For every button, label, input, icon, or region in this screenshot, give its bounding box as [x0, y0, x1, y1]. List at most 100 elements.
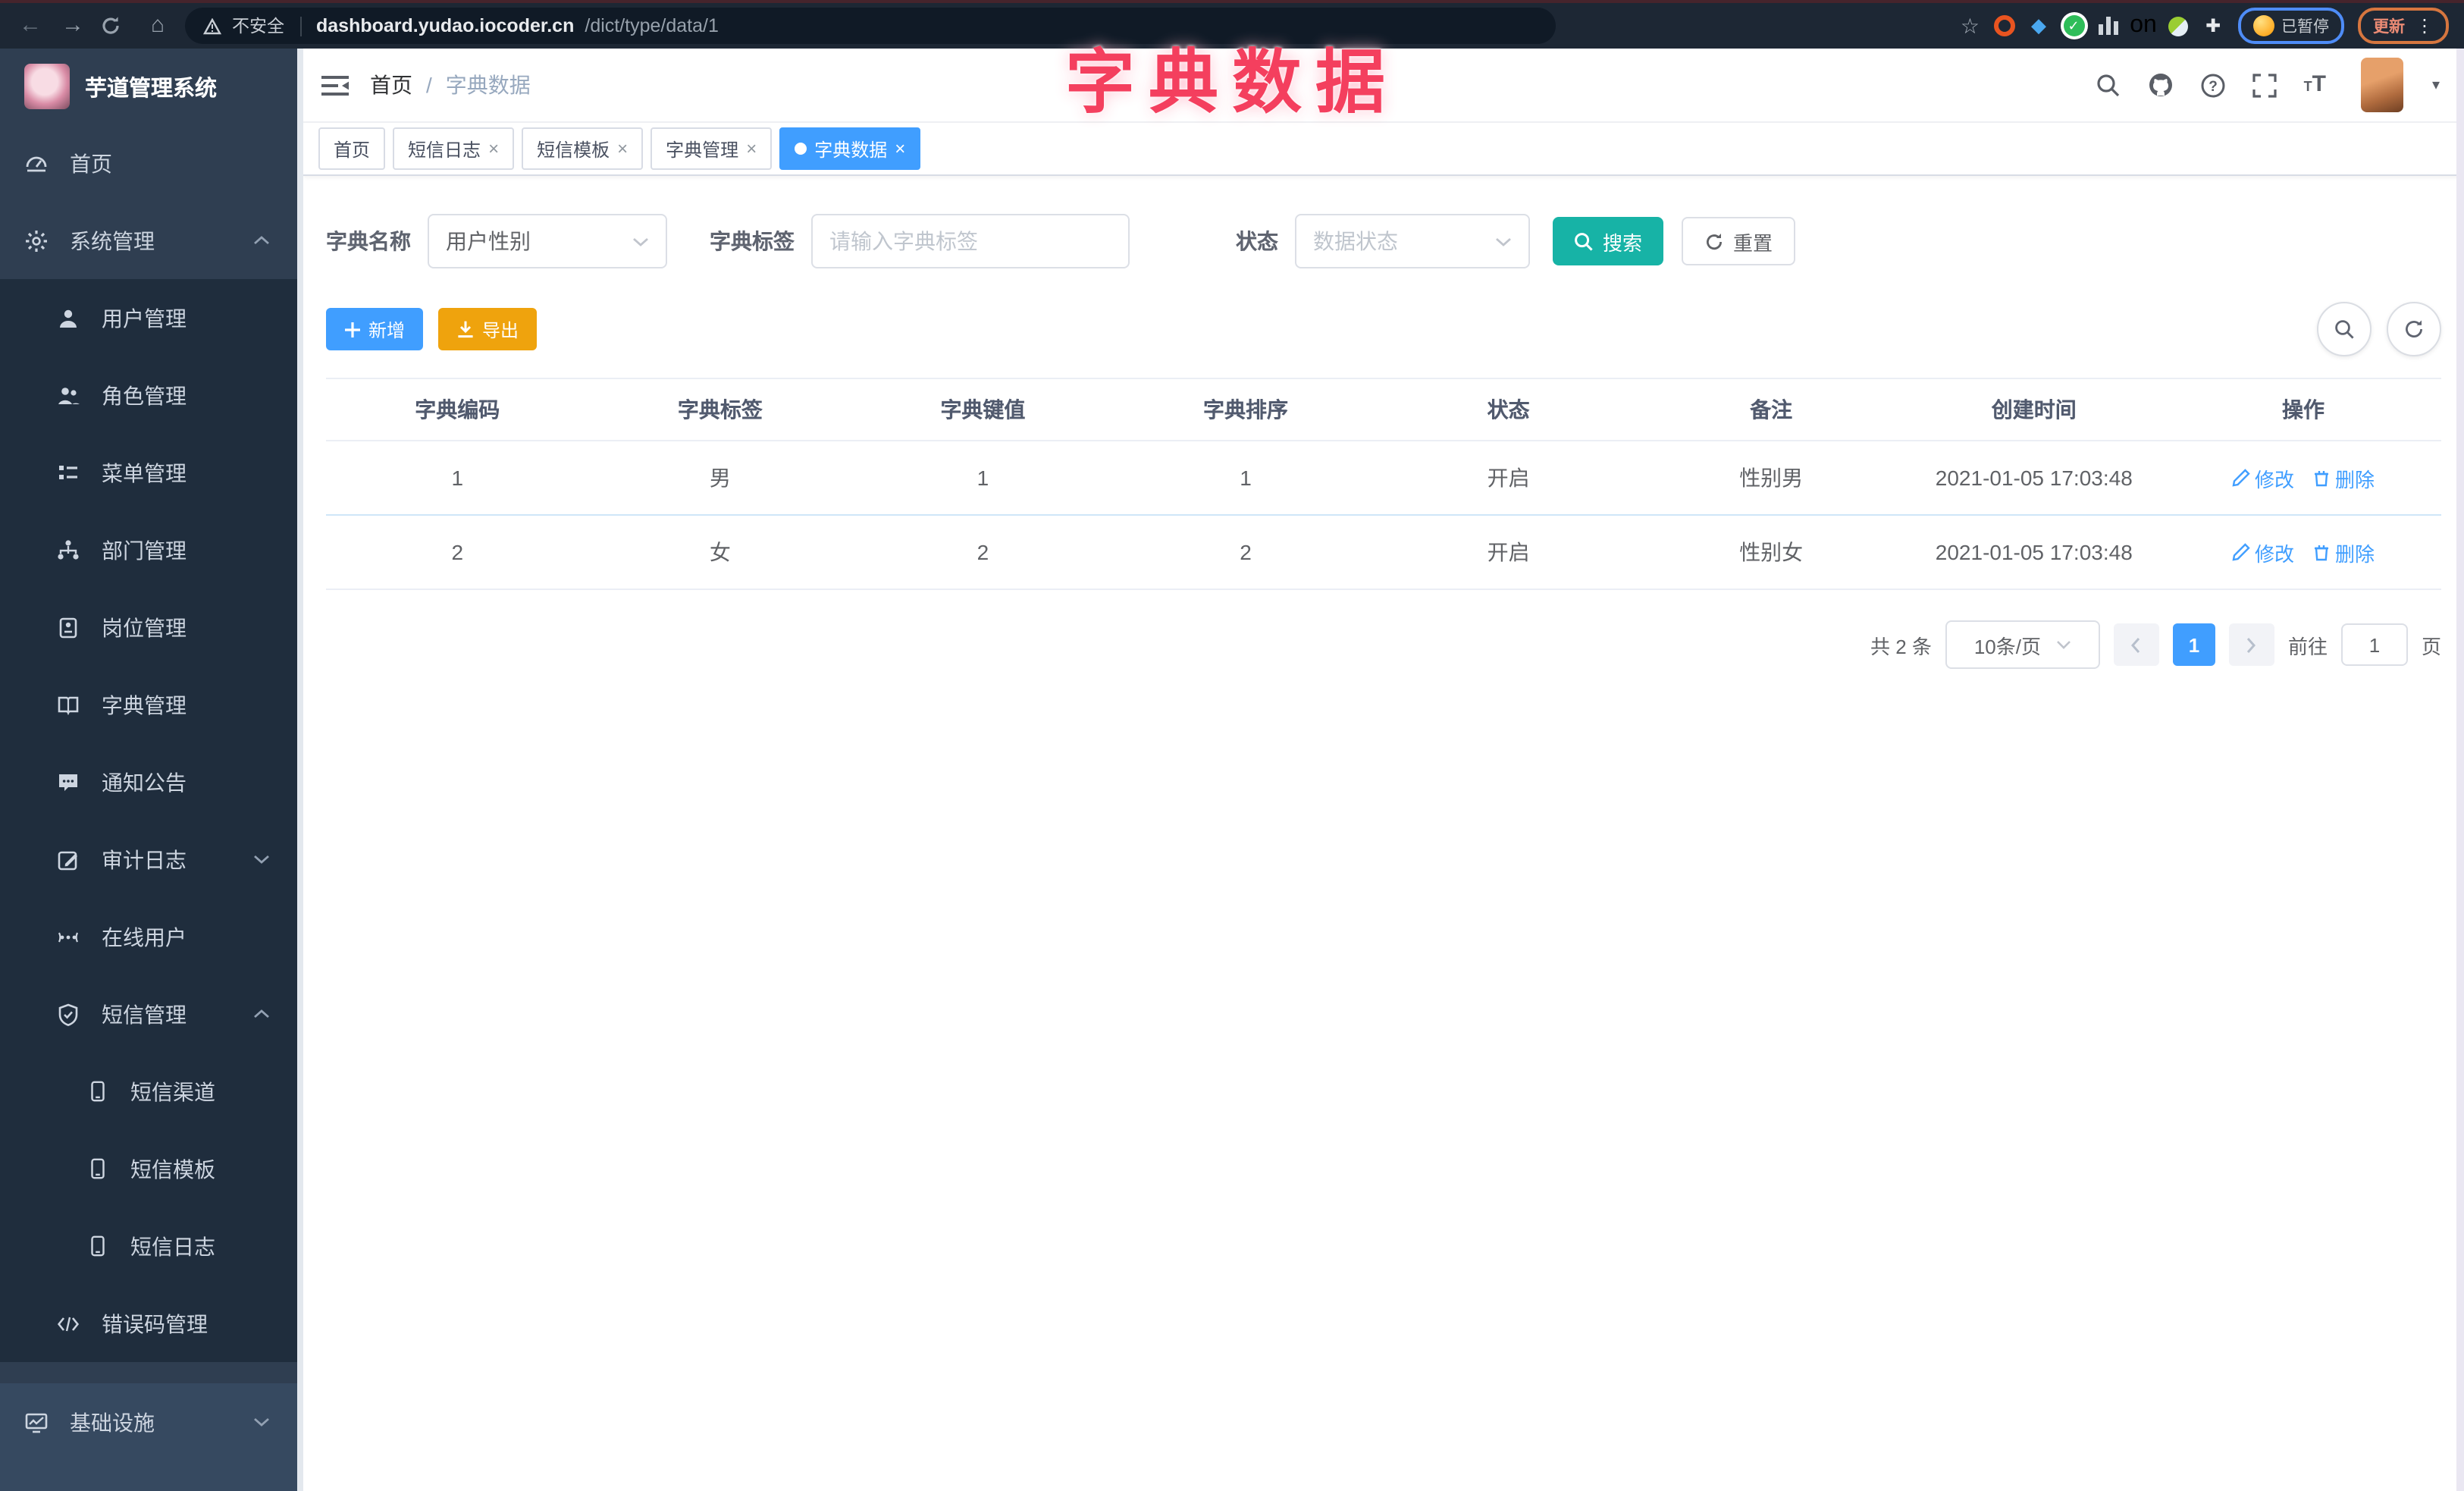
font-size-icon[interactable]: TT: [2304, 71, 2326, 99]
help-question-icon[interactable]: ?: [2201, 72, 2227, 98]
tab-dict-management[interactable]: 字典管理 ×: [650, 127, 773, 170]
table-toolbar: 新增 导出: [326, 302, 2441, 356]
sidebar-item-dict-management[interactable]: 字典管理: [0, 666, 303, 743]
user-icon: [60, 309, 77, 327]
url-host: dashboard.yudao.iocoder.cn: [316, 15, 575, 36]
sidebar-item-sms-log[interactable]: 短信日志: [0, 1207, 303, 1285]
sidebar-item-home[interactable]: 首页: [0, 124, 303, 202]
export-button[interactable]: 导出: [438, 308, 538, 350]
extension-green-check-icon[interactable]: ✓: [2063, 15, 2084, 36]
hamburger-icon[interactable]: [321, 72, 349, 98]
sidebar-item-dept-management[interactable]: 部门管理: [0, 511, 303, 589]
edit-link[interactable]: 修改: [2232, 538, 2294, 567]
add-button[interactable]: 新增: [326, 308, 424, 350]
search-button[interactable]: 搜索: [1553, 217, 1664, 265]
page-size-select[interactable]: 10条/页: [1945, 620, 2100, 669]
page-content: 字典名称 用户性别 字典标签 状态 数据状态: [303, 176, 2464, 1491]
extension-equalizer-icon[interactable]: [2098, 15, 2119, 36]
sidebar-item-error-code[interactable]: 错误码管理: [0, 1285, 303, 1362]
table-row[interactable]: 2 女 2 2 开启 性别女 2021-01-05 17:03:48 修改 删除: [326, 516, 2441, 590]
sidebar-item-sms-template[interactable]: 短信模板: [0, 1130, 303, 1207]
close-icon[interactable]: ×: [488, 140, 499, 158]
delete-link[interactable]: 删除: [2312, 463, 2375, 492]
tab-sms-template[interactable]: 短信模板 ×: [522, 127, 644, 170]
page-number-button[interactable]: 1: [2172, 623, 2215, 666]
sidebar-item-online-users[interactable]: 在线用户: [0, 898, 303, 975]
column-header: 操作: [2282, 397, 2324, 422]
sidebar-item-infrastructure[interactable]: 基础设施: [0, 1383, 303, 1461]
plus-icon: [345, 322, 360, 337]
browser-update-chip[interactable]: 更新 ⋮: [2358, 8, 2449, 44]
user-avatar[interactable]: [2360, 58, 2403, 112]
tab-sms-log[interactable]: 短信日志 ×: [393, 127, 515, 170]
prev-page-button[interactable]: [2113, 623, 2159, 666]
next-page-button[interactable]: [2228, 623, 2274, 666]
bookmark-star-icon[interactable]: ☆: [1961, 13, 1980, 39]
sidebar-item-post-management[interactable]: 岗位管理: [0, 589, 303, 666]
select-caret-icon: [2057, 641, 2071, 649]
status-value: 开启: [1487, 540, 1530, 564]
sidebar-item-notice[interactable]: 通知公告: [0, 743, 303, 821]
header-search-icon[interactable]: [2096, 72, 2122, 98]
phone-icon: [91, 1158, 105, 1179]
sidebar-item-sms-channel[interactable]: 短信渠道: [0, 1053, 303, 1130]
sidebar-item-audit-log[interactable]: 审计日志: [0, 821, 303, 898]
address-separator: [299, 16, 301, 36]
chevron-up-icon: [254, 1009, 269, 1019]
back-icon[interactable]: ←: [15, 5, 45, 47]
home-icon[interactable]: ⌂: [143, 5, 173, 47]
page-unit-label: 页: [2421, 635, 2441, 658]
avatar-caret-down-icon[interactable]: ▾: [2432, 77, 2440, 93]
select-caret-icon: [632, 236, 649, 246]
sidebar-item-system-management[interactable]: 系统管理: [0, 202, 303, 279]
post-badge-icon: [59, 617, 77, 638]
fullscreen-icon[interactable]: [2252, 72, 2278, 98]
code-icon: [57, 1316, 80, 1331]
table-header-row: 字典编码 字典标签 字典键值 字典排序 状态 备注 创建时间 操作: [326, 378, 2441, 441]
reset-button[interactable]: 重置: [1682, 217, 1796, 265]
tab-home[interactable]: 首页: [318, 127, 386, 170]
status-select[interactable]: 数据状态: [1295, 214, 1530, 268]
reload-icon[interactable]: [100, 15, 130, 36]
dict-name-label: 字典名称: [326, 229, 411, 253]
close-icon[interactable]: ×: [746, 140, 757, 158]
extension-leaf-icon[interactable]: [2168, 15, 2189, 36]
chevron-up-icon: [254, 236, 269, 245]
dict-label-label: 字典标签: [710, 229, 795, 253]
browser-actions: ☆ ◆ ✓ on ✚ 已暂停 更新 ⋮: [1961, 8, 2449, 44]
dict-label-input[interactable]: [811, 214, 1130, 268]
goto-page-input[interactable]: [2340, 623, 2408, 666]
system-submenu: 用户管理 角色管理 菜单管理 部门管理 岗位管理 字典管理 通知公告 审计日志 …: [0, 279, 303, 1362]
sidebar-item-menu-management[interactable]: 菜单管理: [0, 434, 303, 511]
sidebar-scrollbar[interactable]: [297, 49, 303, 1491]
tab-dict-data[interactable]: 字典数据 ×: [779, 127, 921, 170]
edit-link[interactable]: 修改: [2232, 463, 2294, 492]
chevron-down-icon: [254, 855, 269, 864]
extension-vpn-icon[interactable]: on: [2130, 12, 2157, 38]
table-row[interactable]: 1 男 1 1 开启 性别男 2021-01-05 17:03:48 修改 删除: [326, 441, 2441, 516]
profile-status-label: 已暂停: [2281, 17, 2329, 36]
browser-profile-chip[interactable]: 已暂停: [2237, 8, 2344, 44]
close-icon[interactable]: ×: [895, 140, 905, 158]
breadcrumb: 首页 / 字典数据: [370, 70, 531, 100]
extension-orange-ring-icon[interactable]: [1993, 15, 2014, 36]
dict-name-select[interactable]: 用户性别: [428, 214, 667, 268]
delete-link[interactable]: 删除: [2312, 538, 2375, 567]
column-header: 备注: [1750, 397, 1793, 422]
hide-search-button[interactable]: [2317, 302, 2372, 356]
sidebar-item-user-management[interactable]: 用户管理: [0, 279, 303, 356]
refresh-table-button[interactable]: [2387, 302, 2441, 356]
org-tree-icon: [58, 539, 79, 559]
browser-menu-icon[interactable]: ⋮: [2415, 15, 2434, 36]
app-logo[interactable]: 芋道管理系统: [0, 49, 303, 124]
extensions-puzzle-icon[interactable]: ✚: [2202, 15, 2224, 36]
sidebar-item-sms-management[interactable]: 短信管理: [0, 975, 303, 1053]
sidebar-item-role-management[interactable]: 角色管理: [0, 356, 303, 434]
page-scrollbar[interactable]: [2456, 49, 2464, 1491]
column-header: 字典键值: [940, 397, 1026, 422]
extension-gem-icon[interactable]: ◆: [2028, 14, 2049, 36]
breadcrumb-home[interactable]: 首页: [370, 70, 412, 100]
forward-icon[interactable]: →: [58, 5, 88, 47]
github-icon[interactable]: [2148, 71, 2175, 99]
close-icon[interactable]: ×: [617, 140, 628, 158]
